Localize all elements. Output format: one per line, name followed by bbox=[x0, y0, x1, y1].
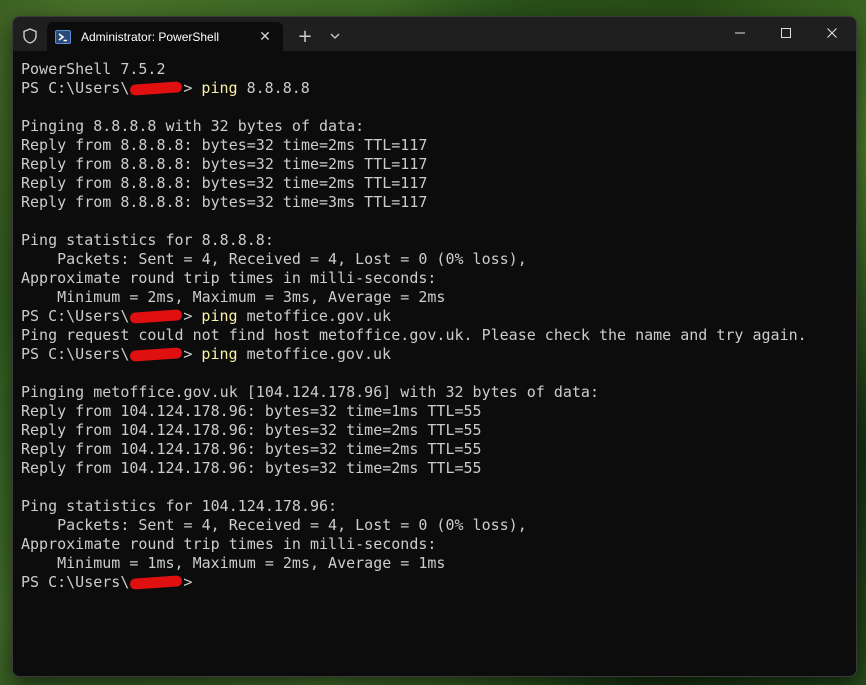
command-arg: 8.8.8.8 bbox=[237, 79, 310, 97]
output-line: Approximate round trip times in milli-se… bbox=[21, 269, 437, 287]
command-arg: metoffice.gov.uk bbox=[237, 307, 392, 325]
prompt-prefix: PS C:\Users\ bbox=[21, 573, 130, 591]
version-line: PowerShell 7.5.2 bbox=[21, 60, 166, 78]
command-arg: metoffice.gov.uk bbox=[237, 345, 392, 363]
output-line: Pinging 8.8.8.8 with 32 bytes of data: bbox=[21, 117, 365, 135]
powershell-icon bbox=[55, 29, 71, 44]
output-line: Minimum = 1ms, Maximum = 2ms, Average = … bbox=[21, 554, 446, 572]
output-line: Approximate round trip times in milli-se… bbox=[21, 535, 437, 553]
command-text: ping bbox=[192, 345, 238, 363]
output-line: Reply from 8.8.8.8: bytes=32 time=2ms TT… bbox=[21, 136, 428, 154]
shield-icon bbox=[19, 26, 41, 46]
maximize-button[interactable] bbox=[763, 17, 809, 49]
chevron-down-icon bbox=[330, 33, 340, 39]
prompt-line: PS C:\Users\ > ping metoffice.gov.uk bbox=[21, 307, 856, 326]
terminal-output[interactable]: PowerShell 7.5.2 PS C:\Users\ > ping 8.8.… bbox=[13, 51, 856, 676]
new-tab-button[interactable]: + bbox=[293, 24, 317, 48]
current-prompt[interactable]: PS C:\Users\ > bbox=[21, 573, 856, 592]
minimize-button[interactable] bbox=[717, 17, 763, 49]
output-line: Reply from 104.124.178.96: bytes=32 time… bbox=[21, 440, 482, 458]
minimize-icon bbox=[735, 32, 745, 34]
output-line: Pinging metoffice.gov.uk [104.124.178.96… bbox=[21, 383, 599, 401]
output-line: Reply from 8.8.8.8: bytes=32 time=2ms TT… bbox=[21, 155, 428, 173]
prompt-prefix: PS C:\Users\ bbox=[21, 307, 130, 325]
prompt-line: PS C:\Users\ > ping metoffice.gov.uk bbox=[21, 345, 856, 364]
prompt-prefix: PS C:\Users\ bbox=[21, 345, 130, 363]
redacted-username bbox=[130, 81, 183, 96]
output-line: Ping statistics for 8.8.8.8: bbox=[21, 231, 274, 249]
maximize-icon bbox=[781, 28, 791, 38]
output-line: Minimum = 2ms, Maximum = 3ms, Average = … bbox=[21, 288, 446, 306]
title-bar: Administrator: PowerShell ✕ + bbox=[13, 17, 856, 51]
output-line: Packets: Sent = 4, Received = 4, Lost = … bbox=[21, 516, 527, 534]
redacted-username bbox=[130, 347, 183, 362]
output-line: Reply from 104.124.178.96: bytes=32 time… bbox=[21, 421, 482, 439]
redacted-username bbox=[130, 309, 183, 324]
tab-title: Administrator: PowerShell bbox=[81, 29, 220, 44]
output-line: Ping statistics for 104.124.178.96: bbox=[21, 497, 338, 515]
output-line: Reply from 8.8.8.8: bytes=32 time=3ms TT… bbox=[21, 193, 428, 211]
command-text: ping bbox=[192, 79, 238, 97]
output-line: Reply from 104.124.178.96: bytes=32 time… bbox=[21, 459, 482, 477]
redacted-username bbox=[130, 575, 183, 590]
close-tab-button[interactable]: ✕ bbox=[255, 27, 275, 47]
output-line: Packets: Sent = 4, Received = 4, Lost = … bbox=[21, 250, 527, 268]
command-text: ping bbox=[192, 307, 238, 325]
tab-powershell[interactable]: Administrator: PowerShell ✕ bbox=[47, 22, 283, 51]
close-icon: ✕ bbox=[259, 28, 271, 45]
prompt-line: PS C:\Users\ > ping 8.8.8.8 bbox=[21, 79, 856, 98]
output-line: Reply from 104.124.178.96: bytes=32 time… bbox=[21, 402, 482, 420]
error-line: Ping request could not find host metoffi… bbox=[21, 326, 807, 344]
prompt-suffix: > bbox=[183, 573, 193, 591]
tab-dropdown-button[interactable] bbox=[323, 24, 347, 48]
output-line: Reply from 8.8.8.8: bytes=32 time=2ms TT… bbox=[21, 174, 428, 192]
close-window-button[interactable] bbox=[809, 17, 855, 49]
terminal-window: Administrator: PowerShell ✕ + PowerShell… bbox=[12, 16, 857, 677]
close-icon bbox=[827, 28, 837, 38]
prompt-prefix: PS C:\Users\ bbox=[21, 79, 130, 97]
